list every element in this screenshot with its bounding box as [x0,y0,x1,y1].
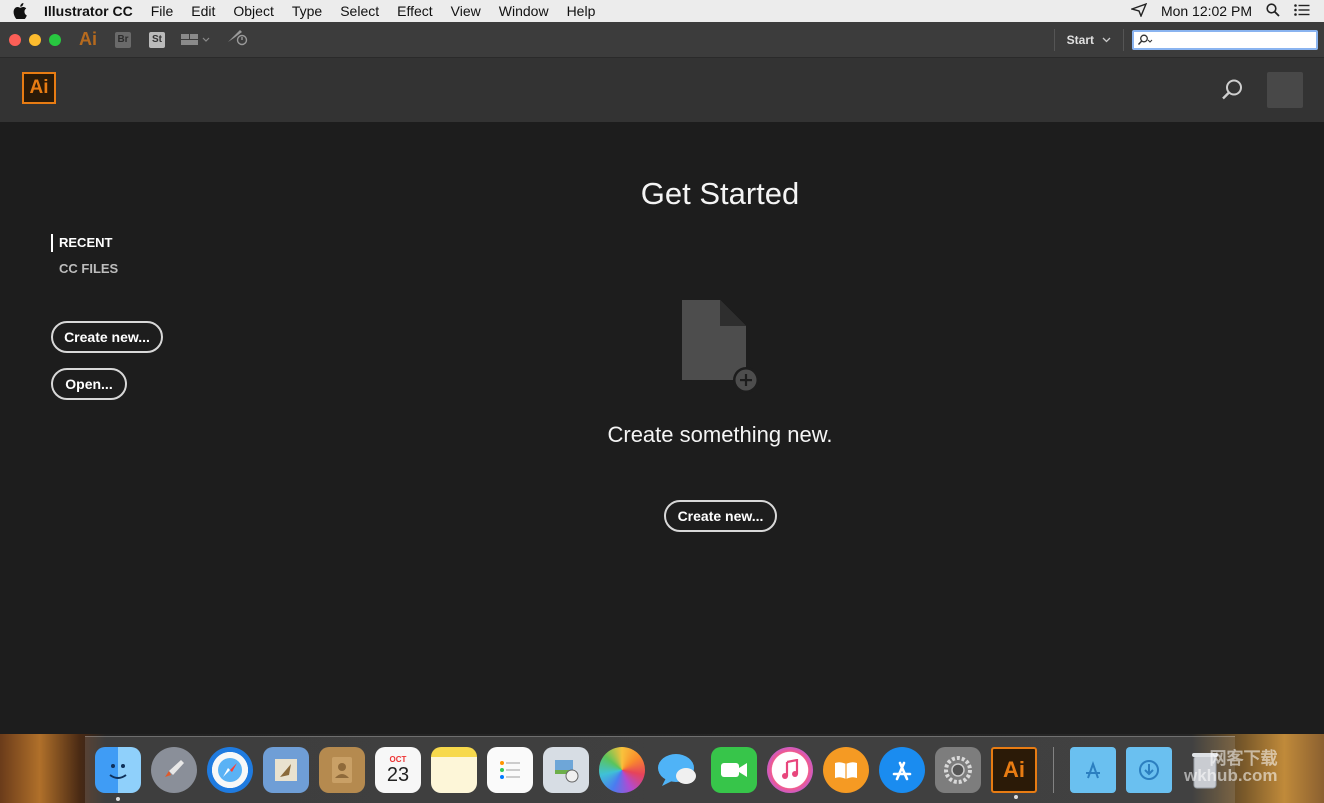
menu-window[interactable]: Window [490,0,558,22]
window-minimize-button[interactable] [29,33,41,46]
contacts-icon[interactable] [319,747,365,793]
menu-object[interactable]: Object [224,0,282,22]
downloads-folder-icon[interactable] [1126,747,1172,793]
apple-menu-icon[interactable] [0,0,40,22]
messages-icon[interactable] [655,747,701,793]
itunes-icon[interactable] [767,747,813,793]
preview-icon[interactable] [543,747,589,793]
calendar-icon[interactable]: OCT 23 [375,747,421,793]
launchpad-icon[interactable] [151,747,197,793]
menu-view[interactable]: View [442,0,490,22]
workspace-label: Start [1066,32,1094,47]
calendar-month: OCT [389,754,407,764]
system-preferences-icon[interactable] [935,747,981,793]
stock-button[interactable]: St [149,31,165,48]
page-title: Get Started [640,176,800,211]
finder-icon[interactable] [95,747,141,801]
app-store-icon[interactable] [879,747,925,793]
create-new-button[interactable]: Create new... [664,500,777,532]
arrange-documents-button[interactable] [181,33,210,46]
watermark: 网客下载 wkhub.com [1184,750,1278,784]
home-header: Ai [0,58,1324,122]
menu-help[interactable]: Help [558,0,605,22]
menu-edit[interactable]: Edit [182,0,224,22]
menu-app-name[interactable]: Illustrator CC [40,0,142,22]
dock-divider [1053,747,1054,793]
bridge-button[interactable]: Br [115,31,131,48]
new-document-icon [680,298,762,399]
facetime-icon[interactable] [711,747,757,793]
window-close-button[interactable] [9,33,21,46]
illustrator-icon-label: Ai [1003,757,1025,782]
toolbar-divider [1053,28,1055,51]
start-screen: RECENT CC FILES Create new... Open... Ge… [0,122,1324,734]
gpu-performance-icon[interactable] [226,28,250,51]
menu-select[interactable]: Select [331,0,388,22]
watermark-line-2: wkhub.com [1184,766,1278,785]
running-indicator [116,797,120,801]
notes-icon[interactable] [431,747,477,793]
menu-type[interactable]: Type [283,0,331,22]
illustrator-icon[interactable]: Ai [991,747,1037,799]
search-icon[interactable] [1220,78,1244,107]
watermark-line-1: 网客下载 [1209,749,1278,768]
chevron-down-icon [202,37,210,42]
safari-icon[interactable] [207,747,253,793]
search-icon [1137,34,1153,45]
menu-file[interactable]: File [142,0,183,22]
toolbar-ai-logo: Ai [79,29,97,49]
ibooks-icon[interactable] [823,747,869,793]
macos-dock: OCT 23 Ai [85,736,1235,803]
workspace-switcher[interactable]: Start [1067,33,1111,47]
toolbar-divider [1123,28,1124,51]
nav-recent-tab[interactable]: RECENT [51,234,112,252]
user-avatar[interactable] [1267,72,1303,108]
macos-menu-bar: Illustrator CC File Edit Object Type Sel… [0,0,1324,22]
sidebar-open-button[interactable]: Open... [51,368,127,400]
menu-effect[interactable]: Effect [388,0,442,22]
nav-cc-files-tab[interactable]: CC FILES [59,261,118,276]
empty-state-message: Create something new. [607,422,833,447]
applications-folder-icon[interactable] [1070,747,1116,793]
photos-icon[interactable] [599,747,645,793]
reminders-icon[interactable] [487,747,533,793]
send-icon[interactable] [1129,2,1148,20]
illustrator-logo: Ai [22,72,56,104]
window-zoom-button[interactable] [49,33,61,46]
notification-center-icon[interactable] [1294,3,1310,19]
running-indicator [1014,795,1018,799]
search-help-input[interactable] [1132,29,1318,50]
sidebar-create-new-button[interactable]: Create new... [51,321,163,353]
menubar-clock[interactable]: Mon 12:02 PM [1161,3,1252,19]
spotlight-search-icon[interactable] [1266,2,1280,20]
calendar-day: 23 [386,763,410,786]
chevron-down-icon [1102,37,1111,42]
mail-icon[interactable] [263,747,309,793]
app-toolbar: Ai Br St Start [0,22,1324,58]
window-controls [9,33,61,46]
